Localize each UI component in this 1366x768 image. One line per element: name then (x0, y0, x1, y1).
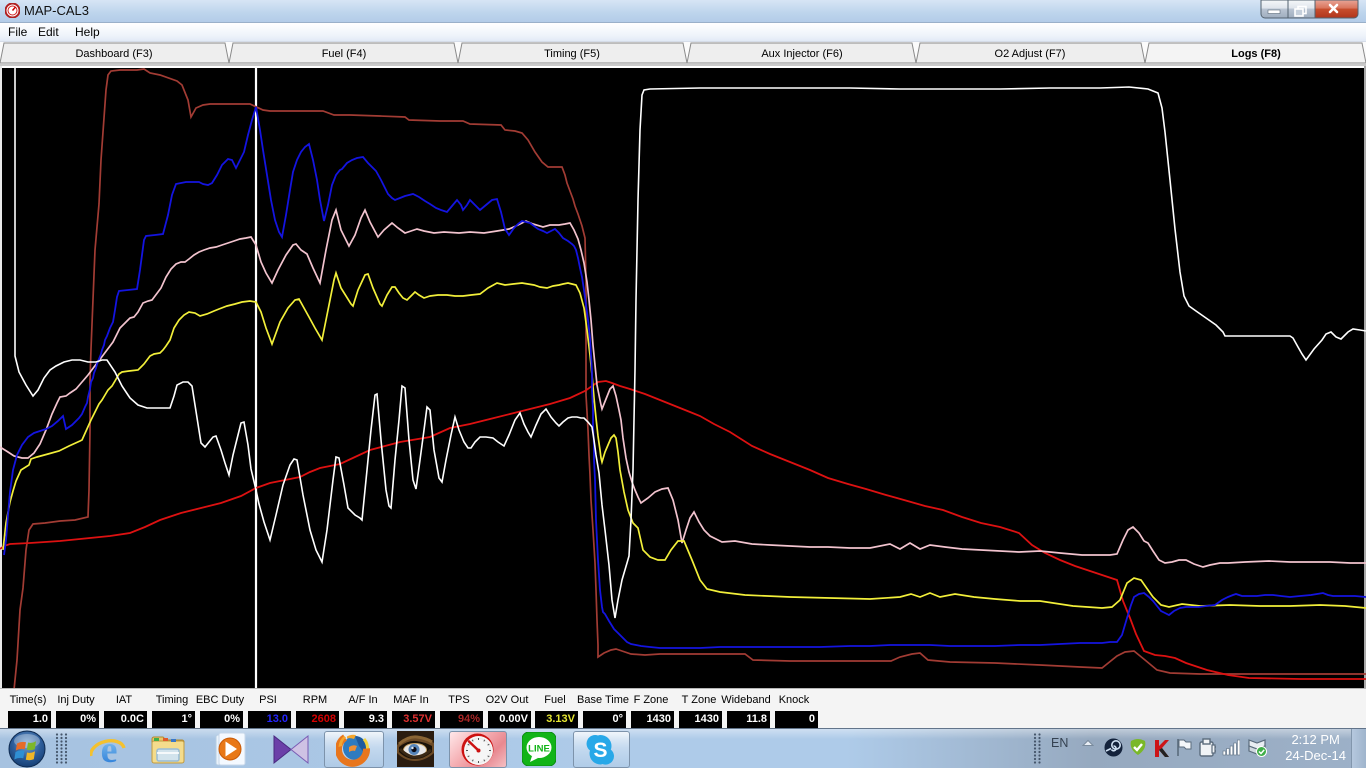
svg-text:Aux Injector (F6): Aux Injector (F6) (761, 48, 842, 60)
svg-text:Fuel (F4): Fuel (F4) (322, 48, 367, 60)
svg-text:O2 Adjust (F7): O2 Adjust (F7) (995, 48, 1066, 60)
svg-text:Logs (F8): Logs (F8) (1231, 48, 1281, 60)
svg-text:e: e (101, 731, 118, 767)
svg-text:Timing (F5): Timing (F5) (544, 48, 600, 60)
svg-text:S: S (593, 739, 607, 762)
svg-text:Dashboard (F3): Dashboard (F3) (75, 48, 152, 60)
svg-text:LINE: LINE (528, 744, 550, 755)
